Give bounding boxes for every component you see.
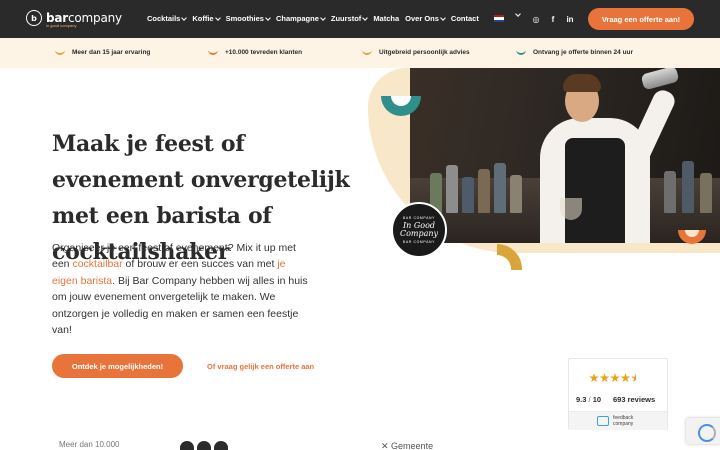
review-widget[interactable]: 9.3 / 10 693 reviews feedback company <box>568 358 668 430</box>
nav-item-matcha[interactable]: Matcha <box>373 14 399 23</box>
chevron-down-icon <box>214 14 221 21</box>
review-score: 9.3 / 10 <box>576 395 602 404</box>
crest-icon: ✕ <box>381 441 392 450</box>
nav-item-zuurstof[interactable]: Zuurstof <box>331 14 369 23</box>
top-navigation: b barcompany in good company Cocktails Ko… <box>0 0 720 38</box>
chevron-down-icon <box>362 14 369 21</box>
star-icon <box>589 373 599 383</box>
netherlands-flag-icon[interactable] <box>494 15 504 22</box>
star-icon <box>599 373 610 383</box>
usp-item: +10.000 tevreden klanten <box>208 49 302 56</box>
discover-options-button[interactable]: Ontdek je mogelijkheden! <box>52 354 183 378</box>
half-star-icon <box>631 373 636 383</box>
chevron-down-icon <box>265 14 271 21</box>
main-menu: Cocktails Koffie Smoothies Champagne Zuursto… <box>147 14 485 23</box>
review-provider: feedback company <box>569 411 667 430</box>
usp-bar: Meer dan 15 jaar ervaring +10.000 tevred… <box>0 38 720 68</box>
star-icon <box>620 373 631 383</box>
chevron-down-icon <box>181 14 188 21</box>
request-quote-button[interactable]: Vraag een offerte aan! <box>588 8 694 30</box>
hero-photo-bartender <box>410 68 720 243</box>
usp-item: Uitgebreid persoonlijk advies <box>362 49 470 56</box>
in-good-company-badge: BAR COMPANY In Good Company BAR COMPANY <box>391 202 447 258</box>
nav-item-cocktails[interactable]: Cocktails <box>147 14 188 23</box>
hero-intro-text: Organiseer je een feest of evenement? Mi… <box>52 242 308 337</box>
chevron-down-icon <box>440 14 446 21</box>
smile-icon <box>55 50 65 55</box>
request-quote-link[interactable]: Of vraag gelijk een offerte aan <box>207 362 314 371</box>
star-icon <box>610 373 620 383</box>
smile-icon <box>516 50 526 55</box>
usp-item: Ontvang je offerte binnen 24 uur <box>516 49 633 56</box>
logo-mark-icon: b <box>26 10 42 26</box>
smile-icon <box>208 50 218 55</box>
language-chevron-down-icon[interactable] <box>515 11 521 17</box>
feedback-company-icon <box>597 416 609 426</box>
municipality-logo: ✕ Gemeente <box>381 441 434 450</box>
usp-item: Meer dan 15 jaar ervaring <box>55 49 150 56</box>
nav-item-contact[interactable]: Contact <box>451 14 479 23</box>
cocktail-glass-icon <box>560 198 582 220</box>
nav-item-smoothies[interactable]: Smoothies <box>226 14 271 23</box>
cocktail-shaker-icon <box>640 68 680 91</box>
cocktailbar-link[interactable]: cocktailbar <box>72 258 122 270</box>
linkedin-icon[interactable]: in <box>563 12 577 26</box>
client-count-note: Meer dan 10.000 <box>59 440 120 449</box>
logo-tagline: in good company <box>46 23 77 28</box>
client-logo <box>180 441 232 450</box>
chevron-down-icon <box>320 14 326 21</box>
review-count: 693 reviews <box>613 395 656 404</box>
nav-item-champagne[interactable]: Champagne <box>276 14 326 23</box>
facebook-icon[interactable]: f <box>546 12 560 26</box>
recaptcha-icon[interactable] <box>686 418 720 444</box>
instagram-icon[interactable]: ◎ <box>529 12 543 26</box>
nav-item-koffie[interactable]: Koffie <box>192 14 221 23</box>
rating-stars <box>589 373 642 383</box>
smile-icon <box>362 50 372 55</box>
logo[interactable]: b barcompany in good company <box>26 10 122 28</box>
nav-item-over-ons[interactable]: Over Ons <box>405 14 446 23</box>
